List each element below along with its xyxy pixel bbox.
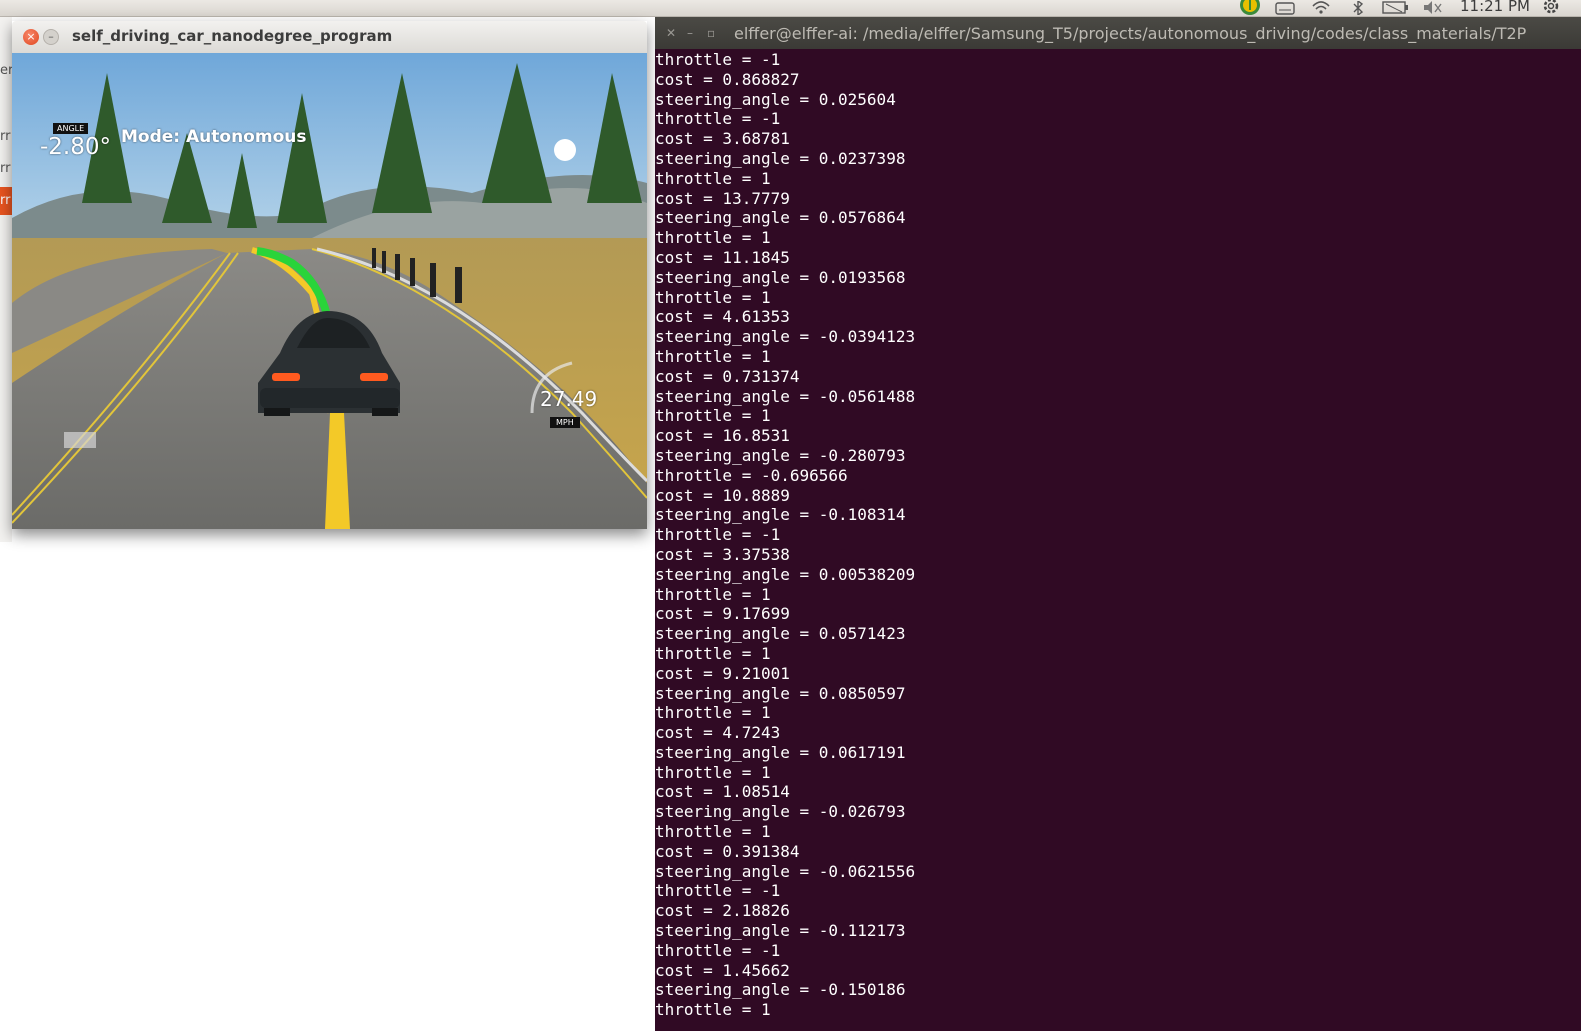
terminal-line: throttle = 1	[655, 643, 771, 663]
window-title: self_driving_car_nanodegree_program	[72, 27, 393, 45]
terminal-line: steering_angle = -0.280793	[655, 445, 906, 465]
terminal-line: cost = 0.731374	[655, 366, 800, 386]
terminal-line: steering_angle = 0.0193568	[655, 267, 906, 287]
angle-value: -2.80°	[40, 134, 112, 160]
terminal-line: cost = 3.37538	[655, 544, 790, 564]
terminal-line: throttle = 1	[655, 703, 771, 723]
background-text: rr	[0, 161, 11, 176]
terminal-line: steering_angle = 0.0850597	[655, 683, 906, 703]
terminal-line: cost = 1.08514	[655, 782, 790, 802]
background-text: rr	[0, 129, 11, 144]
speed-value: 27.49	[540, 387, 598, 411]
terminal-title: elffer@elffer-ai: /media/elffer/Samsung_…	[734, 24, 1527, 43]
top-panel: 11:21 PM	[0, 0, 1581, 17]
terminal-line: throttle = -1	[655, 109, 781, 129]
terminal-line: cost = 4.7243	[655, 723, 781, 743]
terminal-line: cost = 10.8889	[655, 485, 790, 505]
ubuntu-one-icon[interactable]	[1238, 0, 1262, 16]
maximize-icon[interactable]: ▫	[707, 26, 715, 40]
terminal-line: throttle = 1	[655, 584, 771, 604]
terminal-line: steering_angle = -0.108314	[655, 505, 906, 525]
terminal-line: steering_angle = 0.0237398	[655, 148, 906, 168]
terminal-line: cost = 2.18826	[655, 901, 790, 921]
gear-icon[interactable]	[1541, 0, 1561, 16]
terminal-line: steering_angle = 0.025604	[655, 89, 896, 109]
terminal-line: throttle = 1	[655, 762, 771, 782]
terminal-line: cost = 11.1845	[655, 247, 790, 267]
terminal-line: throttle = -1	[655, 50, 781, 69]
minimize-button[interactable]: –	[43, 29, 59, 45]
terminal-line: cost = 9.21001	[655, 663, 790, 683]
terminal-line: cost = 0.868827	[655, 69, 800, 89]
terminal-window[interactable]: ✕ – ▫ elffer@elffer-ai: /media/elffer/Sa…	[655, 17, 1581, 1031]
simulator-window[interactable]: × – self_driving_car_nanodegree_program	[12, 21, 647, 529]
terminal-line: cost = 1.45662	[655, 960, 790, 980]
angle-label: ANGLE	[53, 123, 89, 134]
terminal-line: throttle = 1	[655, 1000, 771, 1020]
speed-unit: MPH	[550, 417, 580, 428]
terminal-line: throttle = 1	[655, 822, 771, 842]
simulator-viewport[interactable]: ANGLE -2.80° Mode: Autonomous 27.49 MPH	[12, 53, 647, 529]
terminal-line: steering_angle = -0.0561488	[655, 386, 916, 406]
terminal-line: steering_angle = 0.0576864	[655, 208, 906, 228]
terminal-line: steering_angle = -0.112173	[655, 921, 906, 941]
minimize-icon[interactable]: –	[687, 26, 693, 40]
terminal-line: cost = 16.8531	[655, 426, 790, 446]
terminal-line: cost = 4.61353	[655, 307, 790, 327]
terminal-line: steering_angle = 0.0571423	[655, 624, 906, 644]
close-icon[interactable]: ✕	[666, 26, 676, 40]
volume-muted-icon[interactable]	[1422, 0, 1442, 16]
terminal-line: steering_angle = 0.0617191	[655, 742, 906, 762]
terminal-line: cost = 3.68781	[655, 129, 790, 149]
terminal-line: throttle = 1	[655, 346, 771, 366]
battery-icon[interactable]	[1382, 0, 1410, 16]
terminal-line: throttle = 1	[655, 406, 771, 426]
wifi-icon[interactable]	[1310, 0, 1332, 16]
terminal-line: throttle = 1	[655, 228, 771, 248]
close-button[interactable]: ×	[23, 29, 39, 45]
driving-scene	[12, 53, 647, 529]
terminal-line: steering_angle = -0.026793	[655, 802, 906, 822]
terminal-line: throttle = -1	[655, 881, 781, 901]
terminal-line: cost = 13.7779	[655, 188, 790, 208]
keyboard-icon[interactable]	[1274, 0, 1296, 16]
background-text: rr	[0, 193, 11, 208]
bluetooth-icon[interactable]	[1348, 0, 1368, 16]
terminal-output[interactable]: throttle = -1 cost = 0.868827 steering_ang…	[655, 50, 1581, 1031]
terminal-line: throttle = 1	[655, 287, 771, 307]
terminal-line: steering_angle = -0.0621556	[655, 861, 916, 881]
mode-indicator: Mode: Autonomous	[121, 127, 307, 147]
clock[interactable]: 11:21 PM	[1460, 0, 1530, 15]
terminal-line: throttle = 1	[655, 168, 771, 188]
terminal-line: cost = 9.17699	[655, 604, 790, 624]
terminal-line: steering_angle = -0.0394123	[655, 327, 916, 347]
terminal-line: throttle = -0.696566	[655, 465, 848, 485]
terminal-line: steering_angle = -0.150186	[655, 980, 906, 1000]
terminal-titlebar[interactable]: ✕ – ▫ elffer@elffer-ai: /media/elffer/Sa…	[655, 17, 1581, 49]
terminal-line: cost = 0.391384	[655, 841, 800, 861]
terminal-line: throttle = -1	[655, 525, 781, 545]
terminal-line: throttle = -1	[655, 940, 781, 960]
simulator-titlebar[interactable]: × – self_driving_car_nanodegree_program	[12, 21, 647, 54]
background-window[interactable]: er rr rr rr	[0, 17, 13, 542]
terminal-line: steering_angle = 0.00538209	[655, 564, 916, 584]
background-selection: rr	[0, 187, 12, 215]
